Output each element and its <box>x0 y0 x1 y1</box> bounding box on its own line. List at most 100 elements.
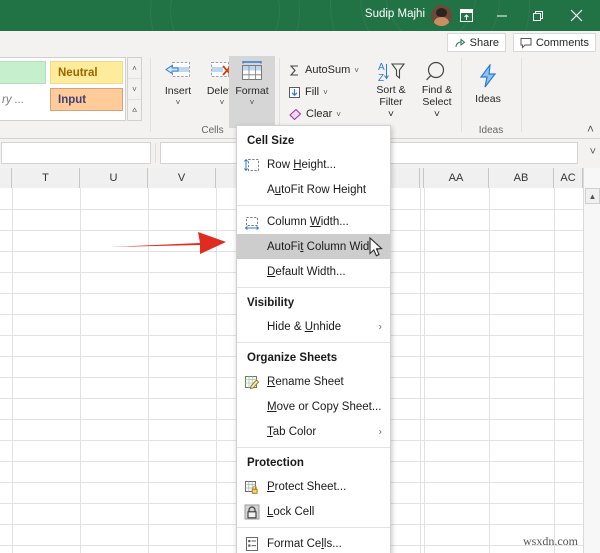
comments-button[interactable]: Comments <box>512 33 596 52</box>
format-dropdown-menu[interactable]: Cell Size Row Height... AutoFit Row Heig… <box>236 125 391 553</box>
menu-item-label: Format Cells... <box>267 537 342 550</box>
sort-filter-label: Sort & Filter <box>376 84 406 108</box>
vertical-scrollbar[interactable]: ▲ <box>583 168 600 553</box>
titlebar-decoration <box>170 0 280 31</box>
column-header-AC[interactable]: AC <box>554 168 583 188</box>
fill-label: Fill <box>305 86 320 98</box>
menu-item-label: Row Height... <box>267 158 337 171</box>
group-separator <box>150 58 151 132</box>
close-icon[interactable] <box>554 0 598 31</box>
user-account-name[interactable]: Sudip Majhi <box>365 8 425 20</box>
menu-item-label: Default Width... <box>267 265 346 278</box>
collapse-ribbon-icon[interactable]: ˄ <box>587 122 594 136</box>
menu-section-header-protection: Protection <box>247 457 304 469</box>
menu-item-row-height[interactable]: Row Height... <box>237 152 390 177</box>
menu-item-label: Column Width... <box>267 215 349 228</box>
style-input[interactable]: Input <box>50 88 123 111</box>
gallery-more-icon[interactable]: ⩟ <box>128 100 141 120</box>
menu-item-autofit-column-width[interactable]: AutoFit Column Width <box>237 234 390 259</box>
style-explanatory[interactable]: ry ... <box>0 88 46 111</box>
share-button[interactable]: Share <box>446 33 506 52</box>
insert-label: Insert <box>164 85 192 97</box>
fill-caret-icon[interactable]: ˅ <box>323 88 328 97</box>
menu-item-label: Hide & Unhide <box>267 320 342 333</box>
sort-filter-caret-icon[interactable]: ˅ <box>388 108 394 120</box>
submenu-arrow-icon[interactable]: › <box>379 426 382 437</box>
menu-item-rename-sheet[interactable]: Rename Sheet <box>237 369 390 394</box>
svg-text:A: A <box>378 62 385 73</box>
menu-item-label: Tab Color <box>267 425 317 438</box>
red-arrow-annotation <box>108 225 228 264</box>
menu-section-header-cell-size: Cell Size <box>247 135 295 147</box>
column-width-icon <box>244 214 260 230</box>
find-select-button[interactable]: Find & Select ˅ <box>414 56 460 128</box>
menu-item-lock-cell[interactable]: Lock Cell <box>237 499 390 524</box>
menu-item-tab-color[interactable]: Tab Color › <box>237 419 390 444</box>
clear-caret-icon[interactable]: ˅ <box>336 110 341 119</box>
menu-item-autofit-row-height[interactable]: AutoFit Row Height <box>237 177 390 202</box>
ideas-button[interactable]: Ideas <box>466 56 510 128</box>
submenu-arrow-icon[interactable]: › <box>379 321 382 332</box>
menu-item-default-width[interactable]: Default Width... <box>237 259 390 284</box>
style-neutral[interactable]: Neutral <box>50 61 123 84</box>
menu-item-column-width[interactable]: Column Width... <box>237 209 390 234</box>
clear-button[interactable]: Clear ˅ <box>288 104 341 124</box>
lock-cell-icon <box>244 504 260 520</box>
name-box[interactable] <box>1 142 151 164</box>
autosum-caret-icon[interactable]: ˅ <box>354 66 359 75</box>
mouse-cursor <box>369 236 385 264</box>
column-header-partial[interactable] <box>0 168 12 188</box>
row-height-icon <box>244 157 260 173</box>
watermark: wsxdn.com <box>523 534 578 548</box>
group-separator <box>521 58 522 132</box>
svg-text:Z: Z <box>378 73 384 84</box>
gallery-scroll-down-icon[interactable]: ˅ <box>128 79 141 100</box>
clear-label: Clear <box>306 108 333 120</box>
sigma-icon <box>289 64 298 76</box>
menu-separator <box>237 342 390 343</box>
menu-item-protect-sheet[interactable]: Protect Sheet... <box>237 474 390 499</box>
insert-caret-icon[interactable]: ˅ <box>176 98 181 107</box>
menu-item-label: Move or Copy Sheet... <box>267 400 382 413</box>
format-label: Format <box>235 85 269 97</box>
find-select-caret-icon[interactable]: ˅ <box>434 108 440 120</box>
insert-cells-icon <box>165 62 190 77</box>
magnifier-icon <box>426 61 445 81</box>
ideas-lightning-icon <box>479 64 497 88</box>
formula-bar-separator <box>155 143 156 163</box>
column-header-T[interactable]: T <box>12 168 80 188</box>
menu-section-header-visibility: Visibility <box>247 297 295 309</box>
cell-styles-gallery[interactable]: Neutral ry ... Input <box>0 57 126 121</box>
styles-gallery-scroll[interactable]: ˄ ˅ ⩟ <box>127 57 142 121</box>
format-cells-list-icon <box>244 536 260 552</box>
sort-filter-button[interactable]: A Z Sort & Filter ˅ <box>368 56 414 128</box>
column-header-U[interactable]: U <box>80 168 148 188</box>
menu-item-hide-and-unhide[interactable]: Hide & Unhide › <box>237 314 390 339</box>
menu-item-label: AutoFit Column Width <box>267 240 379 253</box>
column-header-AB[interactable]: AB <box>489 168 554 188</box>
column-header-V[interactable]: V <box>148 168 216 188</box>
menu-section-header-organize-sheets: Organize Sheets <box>247 352 338 364</box>
insert-cells-button[interactable]: Insert ˅ <box>156 56 200 128</box>
eraser-icon <box>289 108 302 120</box>
menu-item-format-cells[interactable]: Format Cells... <box>237 531 390 553</box>
share-icon <box>455 37 465 47</box>
autosum-button[interactable]: AutoSum ˅ <box>288 60 359 80</box>
expand-formula-bar-icon[interactable]: ˅ <box>590 146 596 158</box>
protect-sheet-icon <box>244 479 260 495</box>
format-button[interactable]: Format ˅ <box>229 56 275 128</box>
excel-window: Sudip Majhi Share Comments Neutral ry ..… <box>0 0 600 553</box>
format-caret-icon[interactable]: ˅ <box>250 98 255 107</box>
delete-caret-icon[interactable]: ˅ <box>220 98 225 107</box>
menu-item-move-or-copy-sheet[interactable]: Move or Copy Sheet... <box>237 394 390 419</box>
group-separator <box>279 58 280 132</box>
scroll-up-icon[interactable]: ▲ <box>585 188 600 204</box>
group-separator <box>461 58 462 132</box>
format-cells-icon <box>242 61 262 80</box>
menu-separator <box>237 527 390 528</box>
style-good[interactable] <box>0 61 46 84</box>
fill-button[interactable]: Fill ˅ <box>288 82 328 102</box>
title-bar: Sudip Majhi <box>0 0 600 31</box>
column-header-AA[interactable]: AA <box>424 168 489 188</box>
gallery-scroll-up-icon[interactable]: ˄ <box>128 58 141 79</box>
